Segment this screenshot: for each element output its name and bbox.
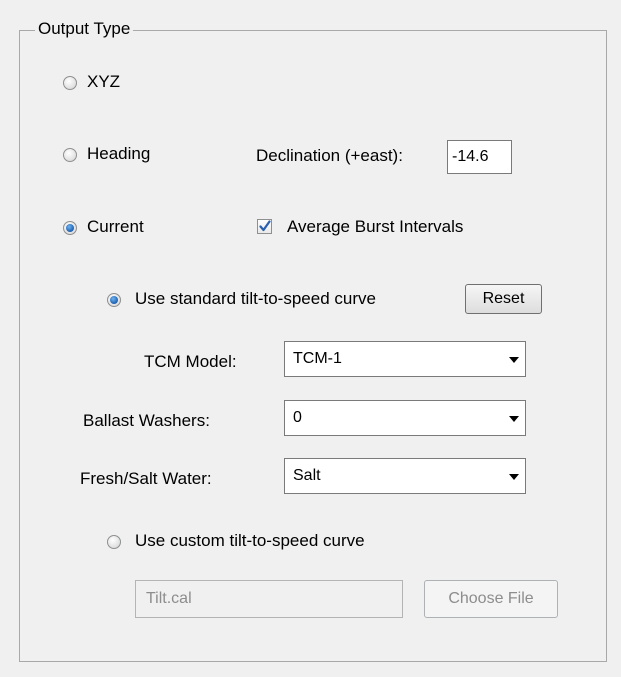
ballast-washers-value: 0 xyxy=(293,409,302,426)
water-select[interactable]: Salt xyxy=(284,458,526,494)
heading-radio[interactable] xyxy=(63,148,77,162)
tcm-model-label: TCM Model: xyxy=(144,352,237,371)
reset-button[interactable]: Reset xyxy=(465,284,542,314)
chevron-down-icon[interactable] xyxy=(509,474,519,480)
average-burst-checkbox[interactable] xyxy=(257,219,272,234)
declination-label: Declination (+east): xyxy=(256,146,403,165)
current-label[interactable]: Current xyxy=(87,216,144,238)
water-value: Salt xyxy=(293,467,321,484)
ballast-washers-select[interactable]: 0 xyxy=(284,400,526,436)
xyz-radio[interactable] xyxy=(63,76,77,90)
tcm-model-value: TCM-1 xyxy=(293,350,342,367)
standard-curve-label[interactable]: Use standard tilt-to-speed curve xyxy=(135,288,376,310)
tcm-model-select[interactable]: TCM-1 xyxy=(284,341,526,377)
current-radio[interactable] xyxy=(63,221,77,235)
water-label: Fresh/Salt Water: xyxy=(80,469,212,488)
ballast-washers-label: Ballast Washers: xyxy=(83,411,210,430)
choose-file-button[interactable]: Choose File xyxy=(424,580,558,618)
heading-label[interactable]: Heading xyxy=(87,143,150,165)
xyz-label[interactable]: XYZ xyxy=(87,71,120,93)
chevron-down-icon[interactable] xyxy=(509,416,519,422)
average-burst-label[interactable]: Average Burst Intervals xyxy=(287,216,463,238)
standard-curve-radio[interactable] xyxy=(107,293,121,307)
custom-curve-label[interactable]: Use custom tilt-to-speed curve xyxy=(135,530,365,552)
custom-curve-radio[interactable] xyxy=(107,535,121,549)
declination-input[interactable]: -14.6 xyxy=(447,140,512,174)
custom-file-input[interactable]: Tilt.cal xyxy=(135,580,403,618)
chevron-down-icon[interactable] xyxy=(509,357,519,363)
checkmark-icon xyxy=(259,220,271,232)
output-type-title: Output Type xyxy=(35,18,134,40)
